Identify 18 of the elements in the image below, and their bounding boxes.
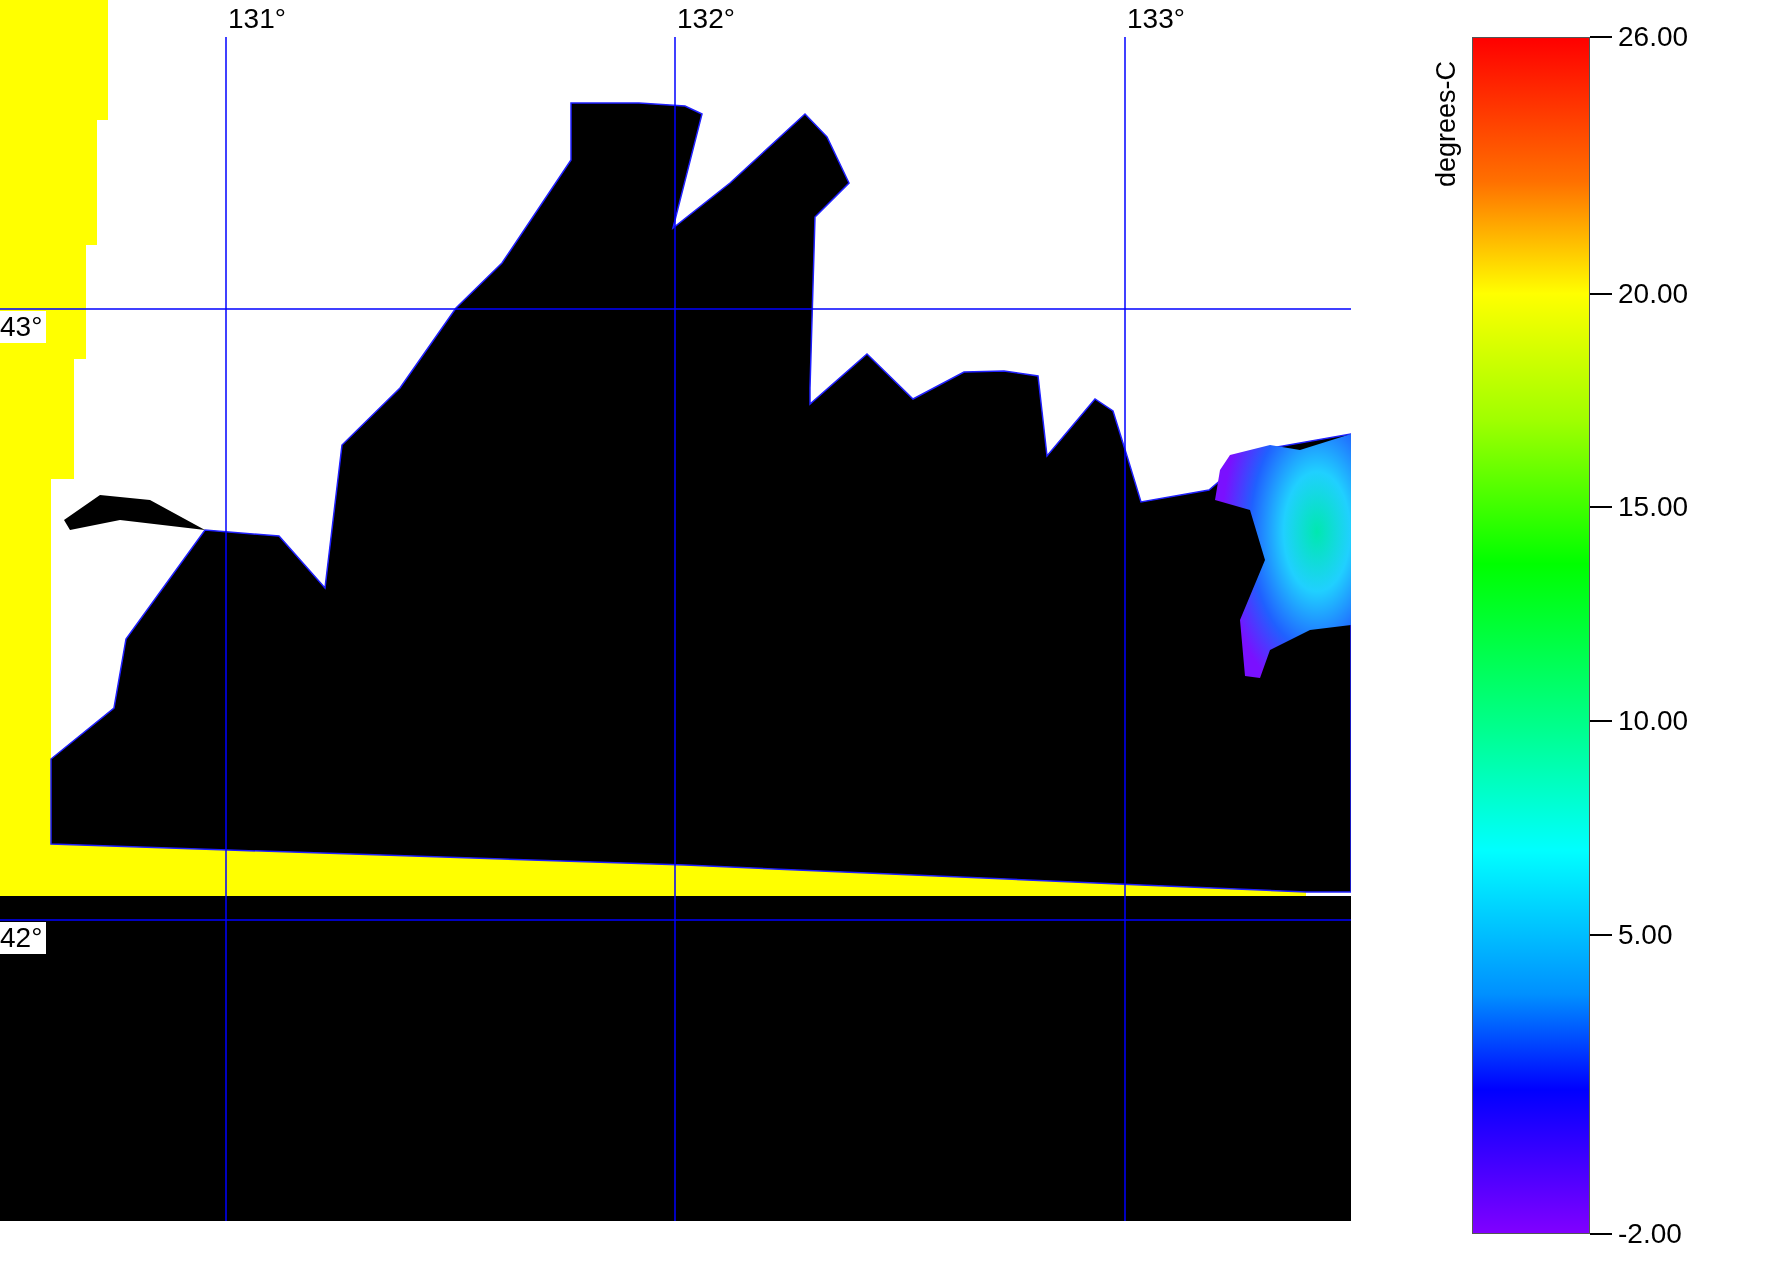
tick-label: 10.00 — [1618, 704, 1689, 738]
tick-label: -2.00 — [1618, 1217, 1682, 1251]
longitude-label: 131° — [228, 2, 286, 36]
latitude-label: 43° — [0, 311, 47, 343]
tick-mark — [1590, 36, 1612, 38]
longitude-label: 133° — [1127, 2, 1185, 36]
tick-mark — [1590, 933, 1612, 936]
tick-mark — [1590, 1233, 1612, 1235]
tick-label: 26.00 — [1618, 20, 1689, 54]
tick-label: 5.00 — [1618, 917, 1673, 952]
tick-mark — [1590, 292, 1612, 295]
tick-mark — [1590, 720, 1612, 722]
colorbar-title: degrees-C — [1431, 59, 1462, 187]
tick-mark — [1590, 506, 1612, 509]
longitude-label: 132° — [677, 2, 735, 36]
tick-label: 20.00 — [1618, 276, 1689, 311]
latitude-label: 42° — [0, 922, 47, 954]
tick-label: 15.00 — [1618, 490, 1689, 525]
